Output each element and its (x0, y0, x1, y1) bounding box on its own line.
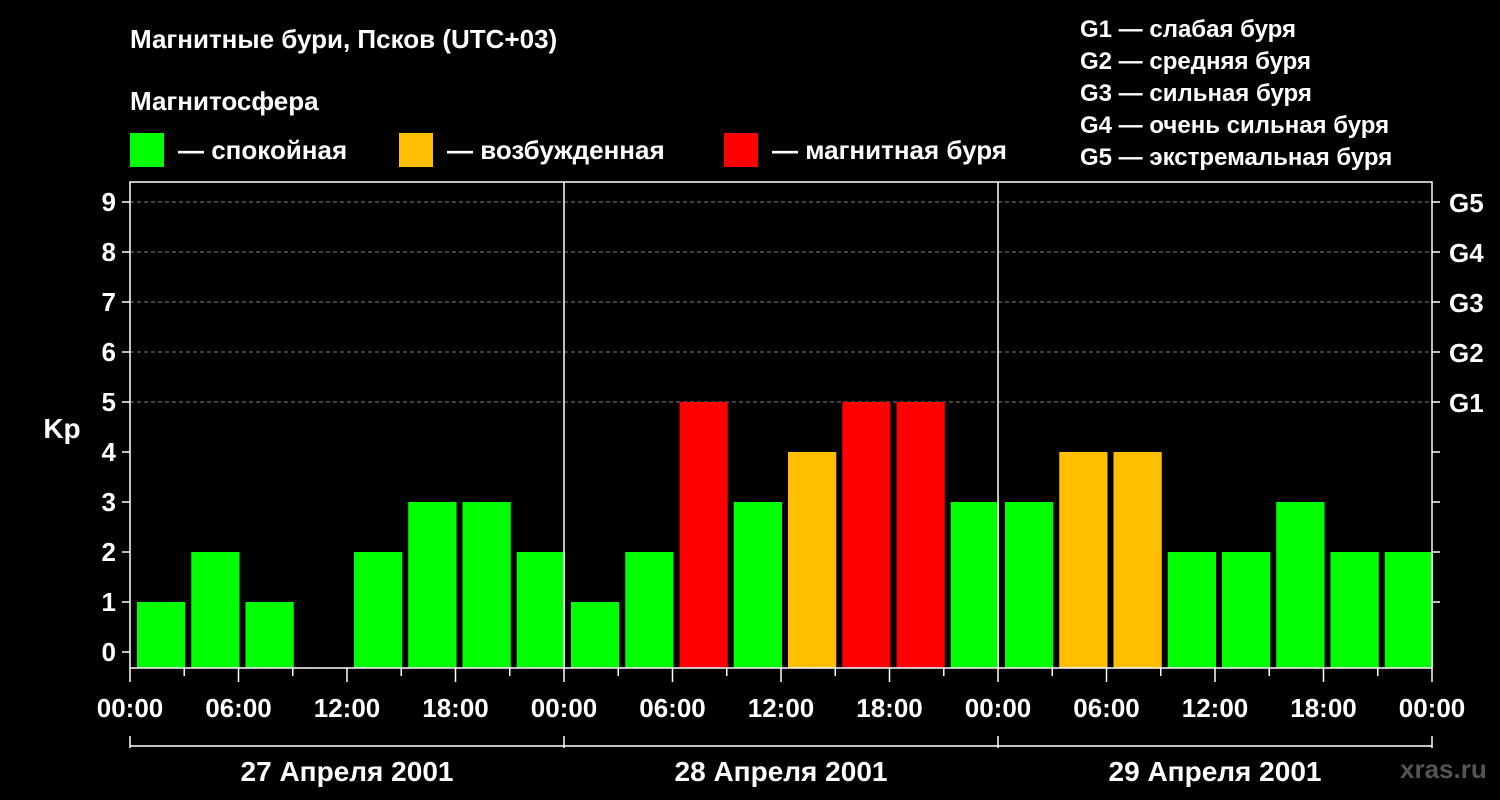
bar-22 (1330, 552, 1379, 668)
x-tick-label-8: 00:00 (965, 693, 1032, 723)
kp-chart: 0 1 2 3 4 5 6 7 8 9 G1 G2 G3 G4 G5 Kp 00:00 06:00 12:00 18:… (43, 181, 1484, 787)
day-label-0: 27 Апреля 2001 (241, 756, 454, 787)
bar-18 (1113, 452, 1162, 668)
day-label-1: 28 Апреля 2001 (675, 756, 888, 787)
y-tick-label-3: 3 (102, 487, 116, 517)
bar-23 (1384, 552, 1433, 668)
bar-20 (1222, 552, 1271, 668)
x-tick-label-4: 00:00 (531, 693, 598, 723)
bar-11 (733, 502, 782, 668)
x-tick-label-9: 06:00 (1073, 693, 1140, 723)
y-tick-label-4: 4 (102, 437, 117, 467)
x-tick-label-11: 18:00 (1290, 693, 1357, 723)
y-tick-label-6: 6 (102, 337, 116, 367)
x-tick-label-2: 12:00 (314, 693, 381, 723)
bar-13 (842, 402, 891, 668)
y-tick-label-5: 5 (102, 387, 116, 417)
bar-9 (625, 552, 674, 668)
bar-1 (191, 552, 240, 668)
right-axis-label-g5: G5 (1449, 188, 1484, 218)
y-tick-label-9: 9 (102, 187, 116, 217)
y-axis-label: Kp (43, 413, 80, 444)
x-tick-label-10: 12:00 (1182, 693, 1249, 723)
y-tick-label-2: 2 (102, 537, 116, 567)
bar-17 (1059, 452, 1108, 668)
x-tick-label-12: 00:00 (1399, 693, 1466, 723)
bar-7 (516, 552, 565, 668)
bar-12 (788, 452, 837, 668)
bar-21 (1276, 502, 1325, 668)
x-tick-label-0: 00:00 (97, 693, 164, 723)
right-axis-label-g4: G4 (1449, 238, 1484, 268)
x-tick-label-3: 18:00 (422, 693, 489, 723)
x-tick-label-7: 18:00 (856, 693, 923, 723)
right-axis-label-g3: G3 (1449, 288, 1484, 318)
bar-2 (245, 602, 294, 668)
bar-8 (571, 602, 620, 668)
bar-5 (408, 502, 457, 668)
bar-14 (896, 402, 945, 668)
y-tick-label-0: 0 (102, 637, 116, 667)
bar-4 (354, 552, 403, 668)
bar-6 (462, 502, 511, 668)
bar-19 (1167, 552, 1216, 668)
x-tick-label-6: 12:00 (748, 693, 815, 723)
bar-16 (1005, 502, 1054, 668)
day-label-2: 29 Апреля 2001 (1109, 756, 1322, 787)
bar-0 (137, 602, 186, 668)
right-axis-label-g2: G2 (1449, 338, 1484, 368)
x-tick-label-1: 06:00 (205, 693, 272, 723)
y-tick-label-8: 8 (102, 237, 116, 267)
right-axis-label-g1: G1 (1449, 388, 1484, 418)
y-tick-label-7: 7 (102, 287, 116, 317)
bar-15 (950, 502, 999, 668)
x-tick-label-5: 06:00 (639, 693, 706, 723)
bar-10 (679, 402, 728, 668)
y-tick-label-1: 1 (102, 587, 116, 617)
